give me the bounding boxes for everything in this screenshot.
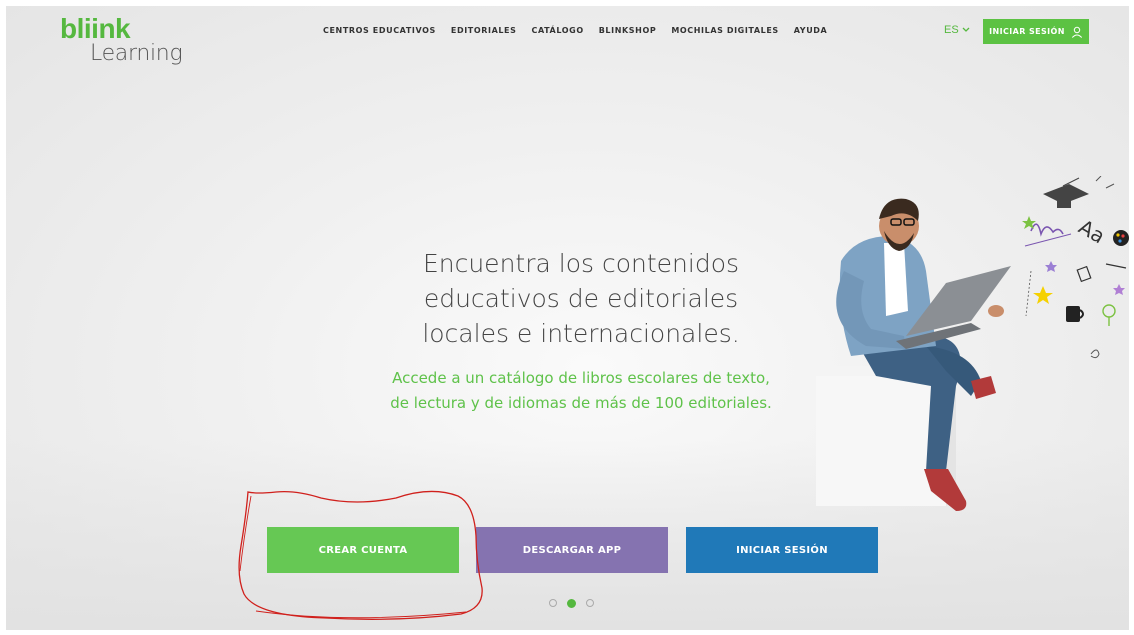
blink-learning-logo[interactable]: bliink Learning <box>60 13 183 66</box>
nav-item-catalogo[interactable]: CATÁLOGO <box>531 26 583 35</box>
hero-subtitle-line: de lectura y de idiomas de más de 100 ed… <box>390 394 772 412</box>
hero-subtitle-line: Accede a un catálogo de libros escolares… <box>392 369 770 387</box>
carousel-dot-active[interactable] <box>567 598 576 608</box>
carousel-dot[interactable] <box>586 599 594 607</box>
hero-illustration <box>816 198 1011 511</box>
user-icon <box>1071 26 1082 38</box>
education-doodles: Aa <box>1022 176 1129 359</box>
nav-item-editoriales[interactable]: EDITORIALES <box>451 26 517 35</box>
hero-title: Encuentra los contenidos educativos de e… <box>366 246 796 351</box>
nav-item-ayuda[interactable]: AYUDA <box>794 26 828 35</box>
chevron-down-icon <box>962 27 970 32</box>
hero-subtitle: Accede a un catálogo de libros escolares… <box>356 366 806 416</box>
carousel-dot[interactable] <box>549 599 557 607</box>
header-login-label: INICIAR SESIÓN <box>989 27 1065 36</box>
page-frame: bliink Learning CENTROS EDUCATIVOS EDITO… <box>6 6 1129 630</box>
language-label: ES <box>944 24 959 36</box>
nav-item-mochilas-digitales[interactable]: MOCHILAS DIGITALES <box>671 26 778 35</box>
logo-wordmark: bliink <box>60 13 131 44</box>
svg-text:Aa: Aa <box>1075 215 1109 249</box>
nav-item-blinkshop[interactable]: BLINKSHOP <box>599 26 657 35</box>
hero-title-line: educativos de editoriales <box>423 284 739 313</box>
hero-title-line: locales e internacionales. <box>422 319 740 348</box>
logo-subtitle: Learning <box>90 41 183 66</box>
create-account-button[interactable]: CREAR CUENTA <box>267 527 459 573</box>
download-app-button[interactable]: DESCARGAR APP <box>476 527 668 573</box>
header-login-button[interactable]: INICIAR SESIÓN <box>983 19 1089 44</box>
main-nav: CENTROS EDUCATIVOS EDITORIALES CATÁLOGO … <box>323 26 827 35</box>
carousel-dots <box>549 598 594 608</box>
login-button[interactable]: INICIAR SESIÓN <box>686 527 878 573</box>
nav-item-centros-educativos[interactable]: CENTROS EDUCATIVOS <box>323 26 436 35</box>
language-selector[interactable]: ES <box>944 24 970 36</box>
hero-title-line: Encuentra los contenidos <box>422 249 740 278</box>
